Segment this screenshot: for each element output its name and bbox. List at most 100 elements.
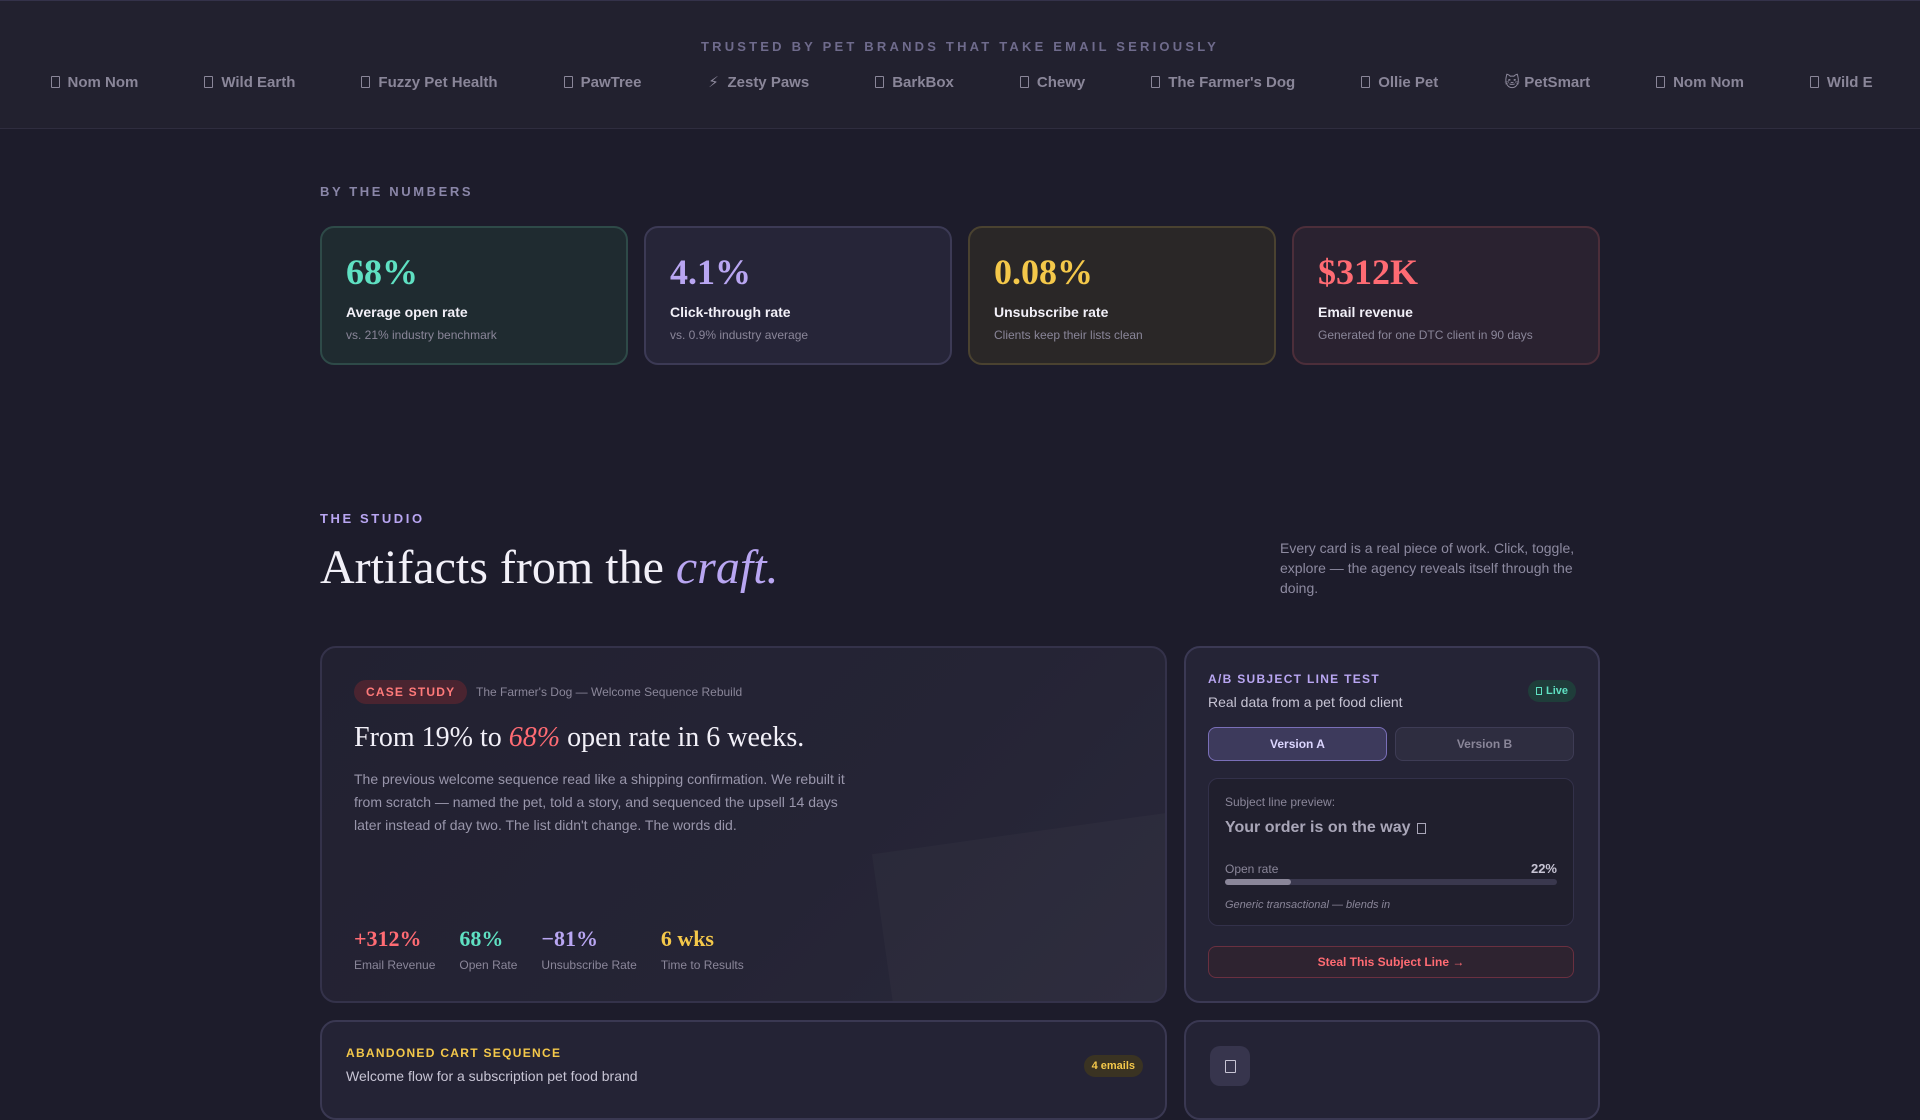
metric-time-to-results: 6 wks Time to Results [661, 926, 744, 972]
box-icon [1656, 76, 1666, 88]
open-rate-label: Open rate [1225, 862, 1279, 876]
case-study-metrics: +312% Email Revenue 68% Open Rate −81% U… [354, 926, 744, 972]
version-a-toggle[interactable]: Version A [1208, 727, 1387, 761]
brand-logo: Chewy [1019, 73, 1086, 91]
box-icon [1809, 76, 1819, 88]
live-dot-icon [1535, 687, 1542, 695]
box-icon [204, 76, 214, 88]
document-icon [1210, 1046, 1250, 1086]
decorative-shade [872, 810, 1165, 1001]
brand-name: The Farmer's Dog [1168, 73, 1296, 91]
headline-pre: From 19% to [354, 722, 509, 753]
brand-logo: The Farmer's Dog [1151, 74, 1295, 91]
brand-name: Nom Nom [1673, 73, 1744, 91]
stat-value: 0.08% [994, 252, 1093, 292]
cat-face-icon: 🐱 [1504, 74, 1520, 91]
brand-logo: ⚡ Zesty Paws [707, 73, 809, 92]
stat-sub: vs. 0.9% industry average [670, 328, 809, 342]
stats-row: 68% Average open rate vs. 21% industry b… [320, 226, 1600, 365]
brand-name: Nom Nom [67, 73, 139, 91]
brand-name: Chewy [1036, 73, 1086, 91]
brand-name: Fuzzy Pet Health [378, 73, 498, 91]
subject-preview-panel: Subject line preview: Your order is on t… [1208, 778, 1574, 926]
brand-logo: PawTree [563, 73, 642, 91]
brand-logo: 🐱 PetSmart [1504, 73, 1591, 92]
ab-test-card: A/B SUBJECT LINE TEST Real data from a p… [1184, 646, 1600, 1003]
numbers-eyebrow: BY THE NUMBERS [320, 184, 474, 199]
box-icon [361, 76, 371, 88]
live-badge-label: Live [1545, 685, 1568, 697]
stat-label: Email revenue [1318, 304, 1413, 320]
stat-sub: vs. 21% industry benchmark [346, 328, 497, 342]
studio-title: Artifacts from the craft. [320, 540, 779, 595]
preview-label: Subject line preview: [1225, 795, 1336, 809]
metric-value: −81% [541, 926, 598, 951]
email-count-badge: 4 emails [1083, 1055, 1143, 1077]
stat-value: $312K [1318, 252, 1419, 292]
open-rate-value: 22% [1530, 861, 1557, 876]
brand-name: Wild Earth [221, 73, 296, 91]
cart-subtitle: Welcome flow for a subscription pet food… [346, 1068, 638, 1084]
brand-logo: Wild Earth [204, 74, 295, 91]
brand-logo: BarkBox [875, 74, 954, 91]
box-icon [1019, 76, 1029, 88]
brand-name: Ollie Pet [1378, 73, 1439, 91]
metric-value: 68% [459, 926, 504, 951]
stat-label: Click-through rate [670, 304, 791, 320]
headline-highlight: 68% [508, 722, 561, 753]
case-study-subtitle: The Farmer's Dog — Welcome Sequence Rebu… [476, 685, 743, 699]
brand-logo: Ollie Pet [1361, 74, 1438, 91]
stat-sub: Generated for one DTC client in 90 days [1318, 328, 1533, 342]
abandoned-cart-card[interactable]: ABANDONED CART SEQUENCE Welcome flow for… [320, 1020, 1167, 1120]
studio-title-emphasis: craft. [675, 541, 779, 594]
stat-card-unsubscribe: 0.08% Unsubscribe rate Clients keep thei… [968, 226, 1276, 365]
ab-test-subtitle: Real data from a pet food client [1208, 694, 1403, 710]
box-icon [563, 76, 573, 88]
ab-test-title: A/B SUBJECT LINE TEST [1208, 672, 1380, 686]
brand-logo: Wild E [1809, 74, 1873, 91]
studio-eyebrow: THE STUDIO [320, 511, 425, 526]
brand-logo: Fuzzy Pet Health [361, 73, 498, 91]
brand-name: PawTree [580, 73, 642, 91]
box-icon [50, 76, 60, 88]
metric-label: Time to Results [660, 958, 744, 972]
box-icon [875, 76, 885, 88]
brand-name: BarkBox [892, 73, 954, 91]
studio-title-text: Artifacts from the [320, 541, 676, 594]
stat-value: 4.1% [670, 252, 751, 292]
metric-email-revenue: +312% Email Revenue [354, 926, 435, 972]
metric-value: +312% [354, 926, 422, 951]
stat-card-open-rate: 68% Average open rate vs. 21% industry b… [320, 226, 628, 365]
subject-text: Your order is on the way [1225, 819, 1411, 836]
box-icon [1361, 76, 1371, 88]
version-b-toggle[interactable]: Version B [1395, 727, 1574, 761]
headline-post: open rate in 6 weeks. [560, 722, 805, 753]
package-icon [1416, 822, 1426, 834]
case-study-pill: CASE STUDY [354, 680, 468, 704]
preview-subject: Your order is on the way [1225, 819, 1426, 837]
trusted-label: TRUSTED BY PET BRANDS THAT TAKE EMAIL SE… [700, 39, 1220, 54]
metric-label: Open Rate [459, 958, 518, 972]
box-icon [1151, 76, 1161, 88]
lightning-icon: ⚡ [708, 74, 719, 91]
trusted-brands-strip: TRUSTED BY PET BRANDS THAT TAKE EMAIL SE… [0, 0, 1920, 129]
metric-open-rate: 68% Open Rate [459, 926, 517, 972]
brand-marquee: martNom NomWild EarthFuzzy Pet HealthPaw… [0, 73, 1920, 91]
next-artifact-card[interactable] [1184, 1020, 1600, 1120]
open-rate-bar-fill [1225, 879, 1292, 885]
brand-name: PetSmart [1524, 73, 1591, 91]
stat-sub: Clients keep their lists clean [994, 328, 1143, 342]
brand-logo: Nom Nom [1656, 74, 1744, 91]
stat-card-ctr: 4.1% Click-through rate vs. 0.9% industr… [644, 226, 952, 365]
metric-unsubscribe-rate: −81% Unsubscribe Rate [541, 926, 636, 972]
case-study-headline: From 19% to 68% open rate in 6 weeks. [354, 722, 804, 754]
live-badge: Live [1527, 680, 1576, 702]
cart-title: ABANDONED CART SEQUENCE [346, 1046, 562, 1060]
stat-label: Unsubscribe rate [994, 304, 1109, 320]
studio-description: Every card is a real piece of work. Clic… [1280, 540, 1575, 596]
metric-value: 6 wks [660, 926, 714, 951]
case-study-card[interactable]: CASE STUDY The Farmer's Dog — Welcome Se… [320, 646, 1167, 1003]
preview-note: Generic transactional — blends in [1225, 899, 1391, 911]
brand-logo: Nom Nom [50, 73, 139, 91]
steal-subject-line-button[interactable]: Steal This Subject Line → [1208, 946, 1574, 978]
